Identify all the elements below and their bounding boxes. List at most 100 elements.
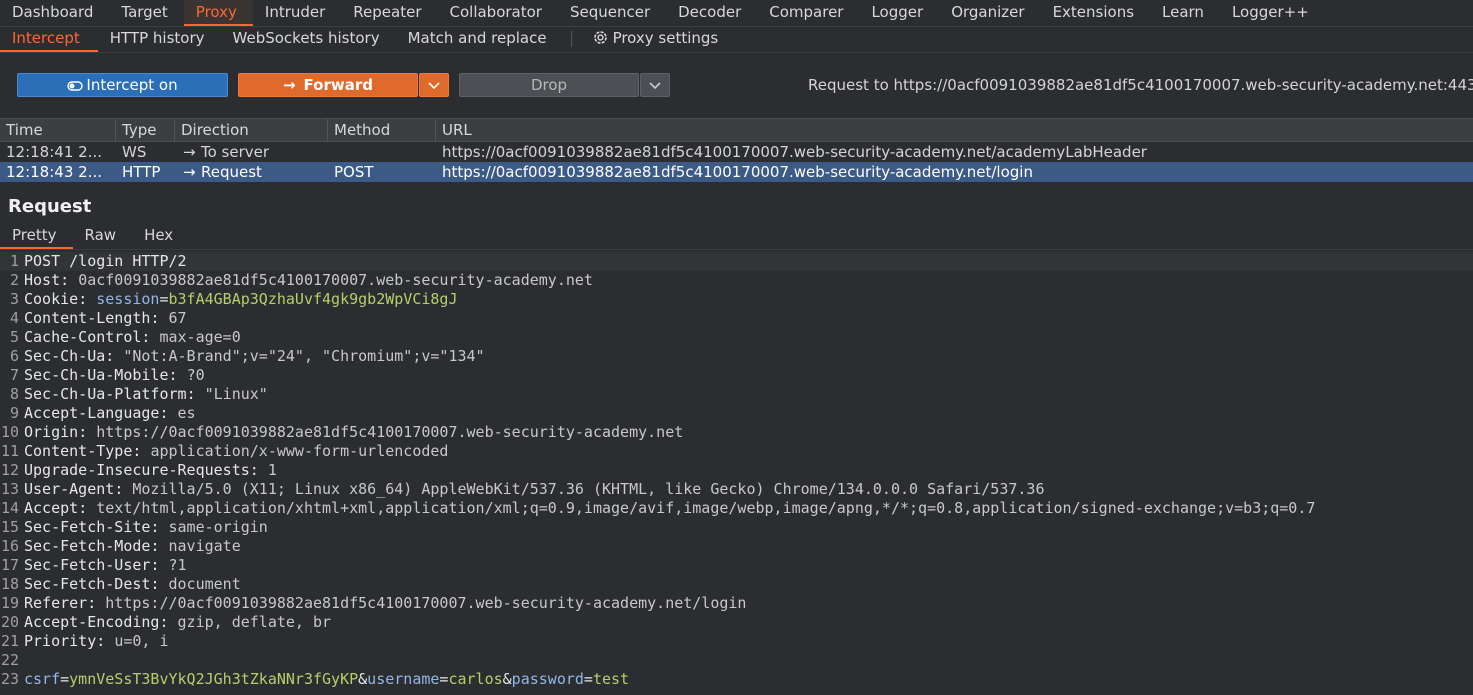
editor-line: 12 Upgrade-Insecure-Requests: 1 [0, 461, 1473, 480]
header-name: Sec-Fetch-User [24, 556, 151, 574]
request-tab-hex[interactable]: Hex [132, 224, 189, 249]
param-eq: = [583, 670, 593, 688]
column-header-type[interactable]: Type [116, 119, 175, 141]
header-colon: : [159, 404, 178, 422]
tab-sequencer[interactable]: Sequencer [558, 0, 666, 26]
column-header-time[interactable]: Time [0, 119, 116, 141]
request-tab-raw[interactable]: Raw [73, 224, 133, 249]
column-header-direction[interactable]: Direction [175, 119, 328, 141]
header-value: text/html,application/xhtml+xml,applicat… [96, 499, 1316, 517]
request-line: POST /login HTTP/2 [24, 252, 187, 270]
direction-label: To server [201, 143, 270, 161]
header-colon: : [132, 442, 151, 460]
header-value: es [177, 404, 196, 422]
line-number: 9 [9, 404, 19, 422]
editor-line: 20 Accept-Encoding: gzip, deflate, br [0, 613, 1473, 632]
toggle-icon [67, 81, 84, 91]
tab-logger[interactable]: Logger [859, 0, 939, 26]
header-colon: : [150, 556, 169, 574]
request-editor[interactable]: 1 POST /login HTTP/2 2 Host: 0acf0091039882… [0, 252, 1473, 695]
line-number: 3 [9, 290, 19, 308]
line-content: Accept: text/html,application/xhtml+xml,… [24, 499, 1473, 518]
forward-button[interactable]: → Forward [238, 73, 418, 97]
header-value: max-age=0 [159, 328, 241, 346]
column-header-url[interactable]: URL [436, 119, 1473, 141]
line-content: POST /login HTTP/2 [24, 252, 1473, 271]
editor-line: 13 User-Agent: Mozilla/5.0 (X11; Linux x8… [0, 480, 1473, 499]
tab-organizer[interactable]: Organizer [939, 0, 1040, 26]
line-content: Sec-Ch-Ua-Platform: "Linux" [24, 385, 1473, 404]
header-colon: : [105, 347, 124, 365]
header-colon: : [78, 290, 97, 308]
tab-learn[interactable]: Learn [1150, 0, 1220, 26]
line-content: Cache-Control: max-age=0 [24, 328, 1473, 347]
header-name: Sec-Ch-Ua-Platform [24, 385, 187, 403]
line-content: Priority: u=0, i [24, 632, 1473, 651]
line-content: Referer: https://0acf0091039882ae81df5c4… [24, 594, 1473, 613]
cell-method [328, 142, 436, 162]
drop-options-button[interactable] [640, 73, 670, 97]
param-name: password [511, 670, 584, 688]
editor-line: 14 Accept: text/html,application/xhtml+xm… [0, 499, 1473, 518]
header-value: u=0, i [114, 632, 169, 650]
header-value: 1 [267, 461, 277, 479]
header-name: Sec-Ch-Ua [24, 347, 106, 365]
param-value: carlos [448, 670, 503, 688]
tab-comparer[interactable]: Comparer [757, 0, 859, 26]
intercept-toggle-button[interactable]: Intercept on [17, 73, 228, 97]
line-number: 22 [0, 651, 19, 669]
line-content: Cookie: session=b3fA4GBAp3QzhaUvf4gk9gb2… [24, 290, 1473, 309]
subtab-http-history[interactable]: HTTP history [98, 26, 221, 52]
subtab-match-and-replace[interactable]: Match and replace [396, 26, 563, 52]
drop-label: Drop [530, 76, 568, 94]
arrow-right-icon: → [183, 143, 196, 161]
header-colon: : [249, 461, 268, 479]
line-number: 6 [9, 347, 19, 365]
header-colon: : [87, 594, 106, 612]
cell-type: HTTP [122, 163, 161, 181]
proxy-settings-button[interactable]: Proxy settings [580, 26, 735, 52]
arrow-right-icon: → [282, 76, 296, 94]
table-row-selected[interactable]: 12:18:43 2... HTTP → Request POST https:/… [0, 162, 1473, 182]
column-header-method[interactable]: Method [328, 119, 436, 141]
request-pane-title: Request [8, 196, 92, 217]
tab-logger-[interactable]: Logger++ [1220, 0, 1325, 26]
param-separator: & [358, 670, 368, 688]
line-number: 20 [0, 613, 19, 631]
tab-proxy[interactable]: Proxy [183, 0, 253, 26]
cell-method: POST [334, 163, 374, 181]
drop-button[interactable]: Drop [459, 73, 639, 97]
header-name: Referer [24, 594, 88, 612]
subtab-websockets-history[interactable]: WebSockets history [221, 26, 396, 52]
header-value: ?1 [168, 556, 187, 574]
cell-direction: → Request [175, 162, 328, 182]
cookie-eq: = [159, 290, 169, 308]
tab-target[interactable]: Target [109, 0, 183, 26]
line-number: 14 [0, 499, 19, 517]
proxy-sub-tab-bar: Intercept HTTP history WebSockets history M… [0, 26, 1473, 53]
table-row[interactable]: 12:18:41 2... WS → To server https://0acf… [0, 142, 1473, 162]
line-content: Sec-Fetch-Mode: navigate [24, 537, 1473, 556]
header-value: 67 [168, 309, 187, 327]
editor-line: 7 Sec-Ch-Ua-Mobile: ?0 [0, 366, 1473, 385]
forward-options-button[interactable] [419, 73, 449, 97]
tab-dashboard[interactable]: Dashboard [0, 0, 109, 26]
editor-line: 8 Sec-Ch-Ua-Platform: "Linux" [0, 385, 1473, 404]
tab-extensions[interactable]: Extensions [1041, 0, 1150, 26]
tab-decoder[interactable]: Decoder [666, 0, 757, 26]
header-name: Host [24, 271, 61, 289]
intercept-queue-table: Time Type Direction Method URL 12:18:41 … [0, 118, 1473, 184]
line-content: csrf=ymnVeSsT3BvYkQ2JGh3tZkaNNr3fGyKP&us… [24, 670, 1473, 689]
intercept-toolbar: Intercept on → Forward Drop Request to ht… [0, 62, 1473, 107]
subtab-intercept[interactable]: Intercept [0, 26, 98, 52]
header-value: document [168, 575, 241, 593]
tab-repeater[interactable]: Repeater [341, 0, 437, 26]
header-value: "Not:A-Brand";v="24", "Chromium";v="134" [123, 347, 485, 365]
cell-time: 12:18:43 2... [6, 163, 102, 181]
tab-collaborator[interactable]: Collaborator [438, 0, 558, 26]
request-tab-pretty[interactable]: Pretty [0, 224, 73, 249]
tab-intruder[interactable]: Intruder [253, 0, 341, 26]
editor-line: 22 [0, 651, 1473, 670]
line-content [24, 651, 1473, 670]
cell-type: WS [122, 143, 147, 161]
